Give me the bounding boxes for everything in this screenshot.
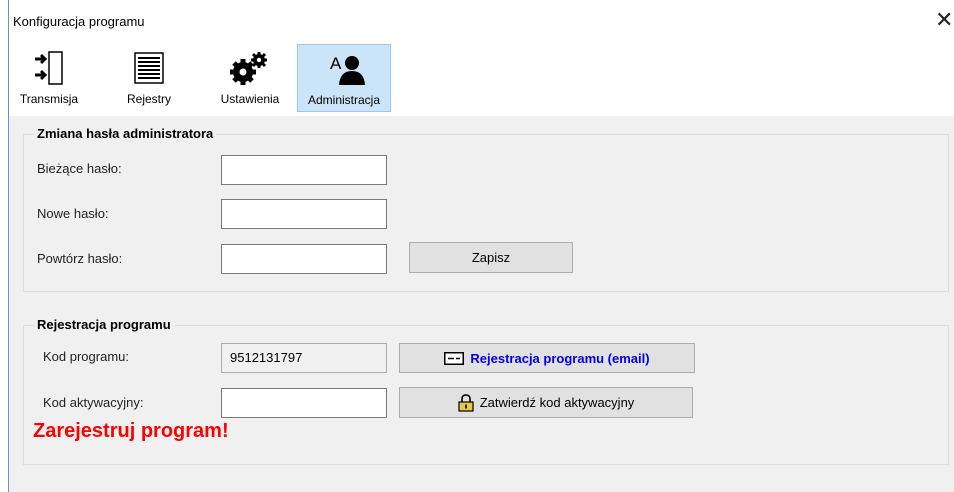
group-legend: Zmiana hasła administratora xyxy=(34,126,217,141)
tab-rejestry[interactable]: Rejestry xyxy=(117,44,181,112)
gears-icon xyxy=(230,52,267,85)
tab-label: Ustawienia xyxy=(220,92,280,106)
save-button-label: Zapisz xyxy=(471,250,511,265)
tab-label: Transmisja xyxy=(19,92,79,106)
close-icon[interactable]: ✕ xyxy=(935,9,953,31)
tab-ustawienia[interactable]: Ustawienia xyxy=(207,44,293,112)
tab-label: Rejestry xyxy=(126,92,171,106)
tab-administracja[interactable]: A Administracja xyxy=(297,44,391,112)
padlock-icon xyxy=(458,393,474,412)
envelope-icon xyxy=(444,351,465,365)
activation-code-field[interactable] xyxy=(221,388,387,418)
tab-transmisja[interactable]: Transmisja xyxy=(13,44,85,112)
window-title: Konfiguracja programu xyxy=(13,14,145,29)
program-code-label: Kod programu: xyxy=(43,349,129,364)
config-window: Konfiguracja programu ✕ Transmisja Rejes… xyxy=(8,0,954,492)
repeat-password-field[interactable] xyxy=(221,244,387,274)
group-legend: Rejestracja programu xyxy=(34,317,174,332)
program-code-field[interactable]: 9512131797 xyxy=(221,343,387,373)
tab-label: Administracja xyxy=(307,93,381,107)
svg-text:A: A xyxy=(330,54,342,73)
save-button[interactable]: Zapisz xyxy=(409,242,573,273)
current-password-label: Bieżące hasło: xyxy=(37,161,122,176)
current-password-field[interactable] xyxy=(221,155,387,185)
new-password-field[interactable] xyxy=(221,199,387,229)
register-email-button[interactable]: Rejestracja programu (email) xyxy=(399,343,695,373)
new-password-label: Nowe hasło: xyxy=(37,206,109,221)
activation-code-label: Kod aktywacyjny: xyxy=(43,395,144,410)
transmission-icon xyxy=(35,51,63,85)
confirm-activation-button[interactable]: Zatwierdź kod aktywacyjny xyxy=(399,387,693,418)
list-icon xyxy=(134,52,164,84)
confirm-activation-label: Zatwierdź kod aktywacyjny xyxy=(479,395,635,410)
repeat-password-label: Powtórz hasło: xyxy=(37,251,123,266)
register-warning: Zarejestruj program! xyxy=(33,420,229,442)
admin-user-icon: A xyxy=(330,54,365,85)
title-bar: Konfiguracja programu ✕ xyxy=(9,0,954,40)
register-email-label: Rejestracja programu (email) xyxy=(470,350,650,366)
toolbar: Transmisja Rejestry Ustawienia A Adminis… xyxy=(9,40,954,116)
